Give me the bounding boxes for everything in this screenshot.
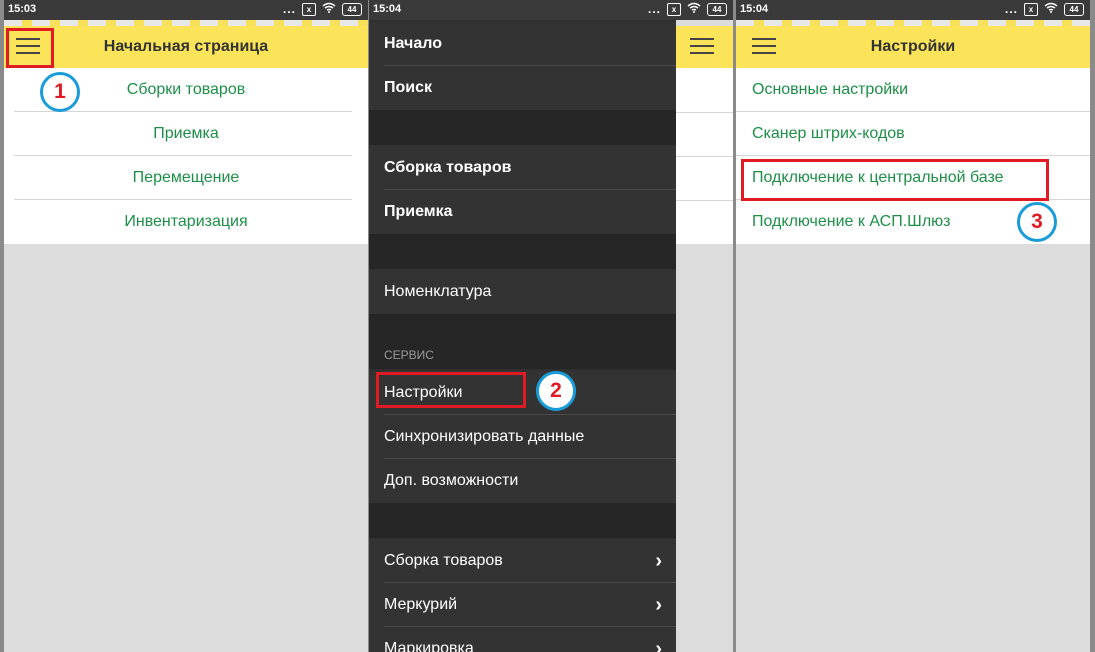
drawer-item-marking[interactable]: Маркировка › xyxy=(369,627,676,652)
step-badge-1: 1 xyxy=(40,72,80,112)
sim-icon: x xyxy=(667,2,681,16)
chevron-right-icon: › xyxy=(655,550,662,572)
app-bar: Начальная страница xyxy=(4,26,368,68)
drawer-item-label: Маркировка xyxy=(384,640,474,652)
status-time: 15:04 xyxy=(373,3,402,15)
settings-item-barcode-scanner[interactable]: Сканер штрих-кодов xyxy=(736,112,1090,156)
drawer-item-label: Сборка товаров xyxy=(384,552,503,569)
wifi-icon xyxy=(687,2,701,16)
status-time: 15:03 xyxy=(8,3,37,15)
page-title: Начальная страница xyxy=(103,38,269,55)
battery-icon: 44 xyxy=(707,2,727,16)
drawer-item-label: Меркурий xyxy=(384,596,458,613)
highlight-menu-button xyxy=(6,28,54,68)
highlight-settings xyxy=(376,372,526,408)
drawer-item-search[interactable]: Поиск xyxy=(369,66,676,110)
drawer-item-receiving[interactable]: Приемка xyxy=(369,190,676,234)
app-bar: Настройки xyxy=(736,26,1090,68)
battery-icon: 44 xyxy=(342,2,362,16)
more-dots-icon: ... xyxy=(1004,2,1018,16)
menu-item-receiving[interactable]: Приемка xyxy=(4,112,368,156)
menu-icon[interactable] xyxy=(690,38,714,56)
home-screen: 15:03 ... x 44 Начальная страница Сборки… xyxy=(4,0,368,652)
background-screen xyxy=(676,20,733,652)
drawer-item-assembly[interactable]: Сборка товаров xyxy=(369,146,676,190)
section-header-service: СЕРВИС xyxy=(384,348,434,362)
more-dots-icon: ... xyxy=(647,2,661,16)
status-bar: 15:04 ... x 44 xyxy=(369,0,733,20)
highlight-central-db xyxy=(741,159,1049,201)
step-badge-3: 3 xyxy=(1017,202,1057,242)
drawer-item-home[interactable]: Начало xyxy=(369,22,676,66)
settings-item-general[interactable]: Основные настройки xyxy=(736,68,1090,112)
step-badge-2: 2 xyxy=(536,371,576,411)
settings-screen: 15:04 ... x 44 Настройки Основные настро… xyxy=(736,0,1090,652)
drawer-item-assembly-submenu[interactable]: Сборка товаров › xyxy=(369,539,676,583)
status-bar: 15:03 ... x 44 xyxy=(4,0,368,20)
menu-item-inventory[interactable]: Инвентаризация xyxy=(4,200,368,244)
sim-icon: x xyxy=(302,2,316,16)
sim-icon: x xyxy=(1024,2,1038,16)
wifi-icon xyxy=(322,2,336,16)
battery-icon: 44 xyxy=(1064,2,1084,16)
navigation-drawer: Начало Поиск Сборка товаров Приемка Номе… xyxy=(369,20,676,652)
more-dots-icon: ... xyxy=(282,2,296,16)
drawer-screen: 15:04 ... x 44 Начало Поиск Сборка товар… xyxy=(369,0,733,652)
status-time: 15:04 xyxy=(740,3,769,15)
page-title: Настройки xyxy=(870,38,956,55)
drawer-item-sync[interactable]: Синхронизировать данные xyxy=(369,415,676,459)
wifi-icon xyxy=(1044,2,1058,16)
drawer-item-nomenclature[interactable]: Номенклатура xyxy=(369,270,676,314)
drawer-item-mercury[interactable]: Меркурий › xyxy=(369,583,676,627)
status-bar: 15:04 ... x 44 xyxy=(736,0,1090,20)
menu-item-transfer[interactable]: Перемещение xyxy=(4,156,368,200)
chevron-right-icon: › xyxy=(655,638,662,652)
app-bar xyxy=(676,26,733,68)
chevron-right-icon: › xyxy=(655,594,662,616)
background-list xyxy=(676,68,733,244)
drawer-item-extras[interactable]: Доп. возможности xyxy=(369,459,676,503)
